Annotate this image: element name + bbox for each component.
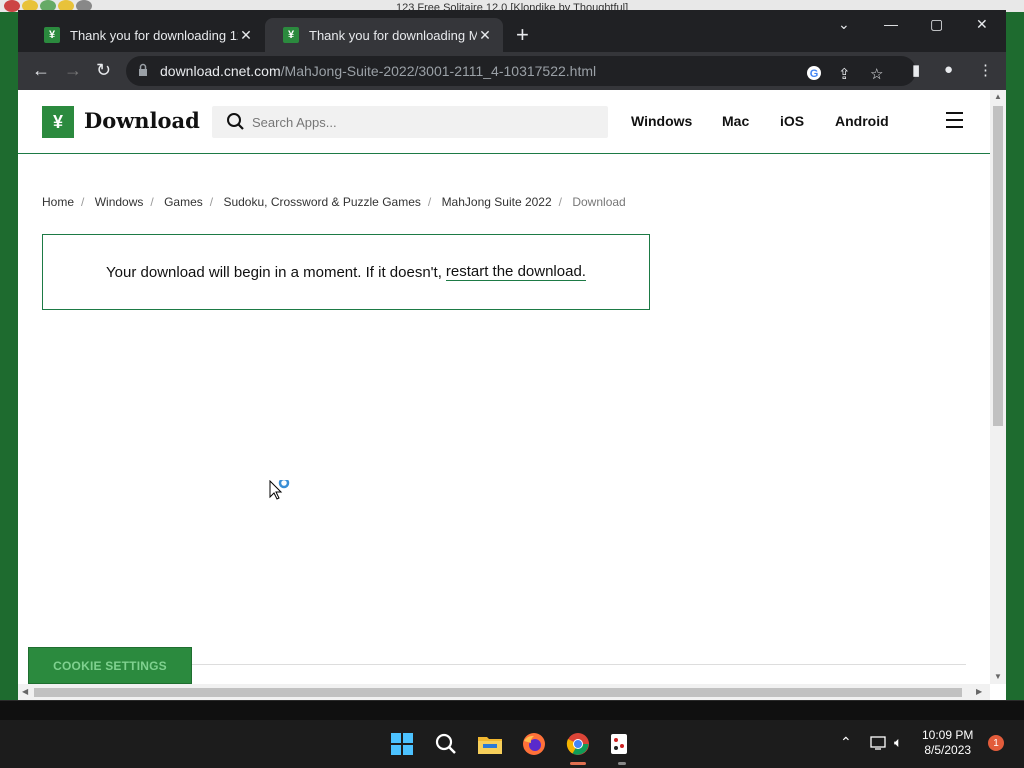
horizontal-scroll-thumb[interactable] [34, 688, 962, 697]
file-explorer-icon[interactable] [476, 730, 504, 758]
hamburger-menu-icon[interactable] [946, 112, 963, 128]
nav-ios[interactable]: iOS [780, 113, 804, 129]
web-page: ¥ Download Windows Mac iOS Android Home/… [18, 90, 990, 684]
browser-window: ¥ Thank you for downloading 123 Free ✕ ¥… [18, 10, 1006, 700]
browser-toolbar: ← → ↻ download.cnet.com/MahJong-Suite-20… [18, 52, 1006, 90]
horizontal-scrollbar[interactable]: ◀ ▶ [18, 684, 990, 700]
profile-icon[interactable]: ● [944, 61, 953, 78]
close-tab-icon[interactable]: ✕ [477, 27, 493, 44]
breadcrumb: Home / Windows / Games / Sudoku, Crossword … [42, 195, 626, 209]
nav-mac[interactable]: Mac [722, 113, 749, 129]
taskbar: ⌃ 🔈︎ 10:09 PM 8/5/2023 1 [0, 720, 1024, 768]
reload-button[interactable]: ↻ [96, 60, 111, 80]
solitaire-app-icon[interactable] [606, 730, 634, 758]
firefox-icon[interactable] [520, 730, 548, 758]
google-icon[interactable]: G [806, 65, 822, 85]
clock[interactable]: 10:09 PM 8/5/2023 [922, 728, 973, 758]
search-icon [227, 113, 244, 130]
tab-title: Thank you for downloading 123 Free [70, 27, 238, 43]
search-box[interactable] [212, 106, 608, 138]
nav-android[interactable]: Android [835, 113, 889, 129]
site-logo-text[interactable]: Download [84, 108, 200, 133]
new-tab-button[interactable]: + [516, 24, 529, 46]
search-icon[interactable] [432, 730, 460, 758]
notice-text: Your download will begin in a moment. If… [106, 263, 442, 281]
scroll-right-icon[interactable]: ▶ [976, 687, 982, 696]
notification-badge[interactable]: 1 [988, 735, 1004, 751]
breadcrumb-puzzle-games[interactable]: Sudoku, Crossword & Puzzle Games [223, 195, 420, 209]
clock-time: 10:09 PM [922, 728, 974, 742]
maximize-button[interactable]: ▢ [930, 16, 943, 33]
url-text: download.cnet.com/MahJong-Suite-2022/300… [160, 63, 597, 79]
windows-start-icon[interactable] [388, 730, 416, 758]
tab-mahjong[interactable]: ¥ Thank you for downloading MahJong ✕ [265, 18, 503, 52]
site-header: ¥ Download Windows Mac iOS Android [18, 90, 990, 154]
tab-strip: ¥ Thank you for downloading 123 Free ✕ ¥… [18, 10, 1006, 52]
svg-text:G: G [810, 68, 819, 80]
back-button[interactable]: ← [32, 60, 50, 80]
search-input[interactable] [252, 106, 592, 138]
cnet-favicon-icon: ¥ [44, 27, 60, 43]
vertical-scroll-thumb[interactable] [993, 106, 1003, 426]
vertical-scrollbar[interactable]: ▲ ▼ [990, 90, 1006, 684]
address-bar[interactable]: download.cnet.com/MahJong-Suite-2022/300… [126, 56, 916, 86]
breadcrumb-home[interactable]: Home [42, 195, 74, 209]
chrome-active-indicator [570, 762, 586, 765]
tab-search-icon[interactable]: ⌄ [838, 16, 850, 33]
volume-icon[interactable]: 🔈︎ [894, 734, 902, 751]
breadcrumb-current: Download [572, 195, 626, 209]
clock-date: 8/5/2023 [924, 743, 972, 757]
scroll-up-icon[interactable]: ▲ [994, 92, 1002, 101]
tab-title: Thank you for downloading MahJong [309, 27, 477, 43]
download-notice: Your download will begin in a moment. If… [42, 234, 650, 310]
show-hidden-icons-chevron-icon[interactable]: ⌃ [840, 734, 852, 751]
close-tab-icon[interactable]: ✕ [238, 27, 254, 44]
share-icon[interactable]: ⇪ [838, 65, 851, 83]
menu-kebab-icon[interactable]: ⋮ [978, 61, 993, 79]
taskbar-upper-strip [0, 700, 1024, 720]
breadcrumb-mahjong[interactable]: MahJong Suite 2022 [442, 195, 552, 209]
scroll-down-icon[interactable]: ▼ [994, 672, 1002, 681]
busy-cursor-icon [269, 480, 290, 500]
restart-download-link[interactable]: restart the download. [445, 263, 586, 281]
network-icon[interactable] [870, 735, 886, 754]
minimize-button[interactable]: — [884, 16, 898, 32]
download-logo-icon[interactable]: ¥ [42, 106, 74, 138]
breadcrumb-games[interactable]: Games [164, 195, 203, 209]
solitaire-running-indicator [618, 762, 626, 765]
close-window-button[interactable]: ✕ [976, 16, 988, 33]
cnet-favicon-icon: ¥ [283, 27, 299, 43]
scroll-left-icon[interactable]: ◀ [22, 687, 28, 696]
breadcrumb-windows[interactable]: Windows [95, 195, 144, 209]
chrome-icon[interactable] [564, 730, 592, 758]
cookie-settings-button[interactable]: COOKIE SETTINGS [28, 647, 192, 684]
lock-icon [139, 63, 147, 76]
side-panel-icon[interactable]: ▮ [912, 61, 920, 79]
tab-123-solitaire[interactable]: ¥ Thank you for downloading 123 Free ✕ [26, 18, 264, 52]
forward-button[interactable]: → [64, 60, 82, 80]
bookmark-star-icon[interactable]: ☆ [870, 65, 883, 83]
nav-windows[interactable]: Windows [631, 113, 692, 129]
